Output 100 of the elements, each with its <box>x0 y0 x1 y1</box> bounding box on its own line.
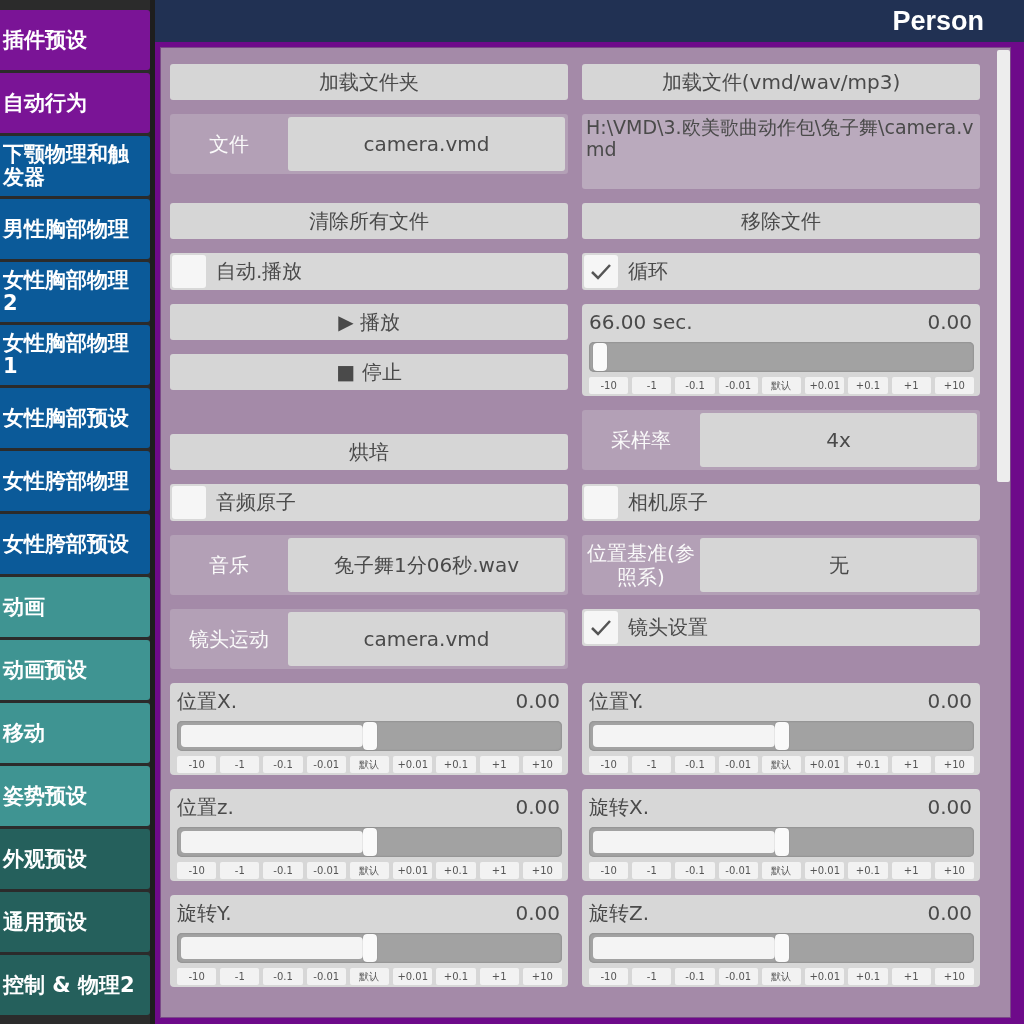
step-button[interactable]: -0.1 <box>675 968 715 985</box>
step-button[interactable]: -1 <box>632 377 672 394</box>
button[interactable]: 移除文件 <box>582 203 980 239</box>
step-button[interactable]: -0.01 <box>718 756 758 773</box>
slider-handle[interactable] <box>362 934 377 962</box>
step-button[interactable]: +0.01 <box>393 862 433 879</box>
step-button[interactable]: -0.1 <box>263 756 303 773</box>
step-button[interactable]: +0.01 <box>393 968 433 985</box>
value-box[interactable]: 4x <box>700 413 977 467</box>
sidebar-item[interactable]: 女性胯部物理 <box>0 451 150 511</box>
checkbox-row[interactable]: 相机原子 <box>582 484 980 521</box>
step-button[interactable]: +0.01 <box>805 756 845 773</box>
step-button[interactable]: -10 <box>177 968 217 985</box>
slider-handle[interactable] <box>774 934 789 962</box>
step-button[interactable]: -0.1 <box>263 968 303 985</box>
value-box[interactable]: 兔子舞1分06秒.wav <box>288 538 565 592</box>
step-button[interactable]: +1 <box>891 756 931 773</box>
step-button[interactable]: +10 <box>934 968 974 985</box>
step-button[interactable]: -10 <box>177 756 217 773</box>
sidebar-item[interactable]: 自动行为 <box>0 73 150 133</box>
step-button[interactable]: 默认 <box>761 377 802 394</box>
slider-track[interactable] <box>177 827 562 857</box>
value-box[interactable]: camera.vmd <box>288 117 565 171</box>
checkbox[interactable] <box>172 486 206 519</box>
sidebar-item[interactable]: 插件预设 <box>0 10 150 70</box>
step-button[interactable]: -0.01 <box>718 968 758 985</box>
step-button[interactable]: 默认 <box>761 968 802 985</box>
checkbox-row[interactable]: 镜头设置 <box>582 609 980 646</box>
slider-track[interactable] <box>589 827 974 857</box>
checkbox-row[interactable]: 自动.播放 <box>170 253 568 290</box>
step-button[interactable]: -1 <box>632 756 672 773</box>
slider-handle[interactable] <box>593 343 607 371</box>
slider-handle[interactable] <box>774 722 789 750</box>
slider-handle[interactable] <box>362 722 377 750</box>
sidebar-item[interactable]: 女性胸部预设 <box>0 388 150 448</box>
checkbox[interactable] <box>584 255 618 288</box>
checkbox[interactable] <box>172 255 206 288</box>
step-button[interactable]: +1 <box>891 968 931 985</box>
sidebar-item[interactable]: 动画预设 <box>0 640 150 700</box>
button[interactable]: 加载文件夹 <box>170 64 568 100</box>
step-button[interactable]: -1 <box>220 862 260 879</box>
step-button[interactable]: +1 <box>479 862 519 879</box>
step-button[interactable]: -0.1 <box>675 756 715 773</box>
step-button[interactable]: -10 <box>589 756 629 773</box>
step-button[interactable]: +10 <box>522 968 562 985</box>
checkbox[interactable] <box>584 486 618 519</box>
step-button[interactable]: -0.1 <box>675 377 715 394</box>
step-button[interactable]: +1 <box>479 756 519 773</box>
step-button[interactable]: -10 <box>177 862 217 879</box>
button[interactable]: ▶ 播放 <box>170 304 568 340</box>
step-button[interactable]: +0.01 <box>805 377 845 394</box>
step-button[interactable]: +1 <box>891 377 931 394</box>
step-button[interactable]: 默认 <box>761 756 802 773</box>
checkbox[interactable] <box>584 611 618 644</box>
sidebar-item[interactable]: 女性胯部预设 <box>0 514 150 574</box>
step-button[interactable]: -0.01 <box>306 862 346 879</box>
step-button[interactable]: -1 <box>220 968 260 985</box>
step-button[interactable]: 默认 <box>349 968 390 985</box>
sidebar-item[interactable]: 下颚物理和触发器 <box>0 136 150 196</box>
step-button[interactable]: -0.01 <box>718 862 758 879</box>
button[interactable]: ■ 停止 <box>170 354 568 390</box>
checkbox-row[interactable]: 循环 <box>582 253 980 290</box>
sidebar-item[interactable]: 动画 <box>0 577 150 637</box>
slider-handle[interactable] <box>774 828 789 856</box>
button[interactable]: 清除所有文件 <box>170 203 568 239</box>
step-button[interactable]: -0.01 <box>306 968 346 985</box>
step-button[interactable]: -10 <box>589 377 629 394</box>
slider-track[interactable] <box>589 342 974 372</box>
button[interactable]: 加载文件(vmd/wav/mp3) <box>582 64 980 100</box>
slider-track[interactable] <box>589 933 974 963</box>
scrollbar-thumb[interactable] <box>997 50 1010 482</box>
step-button[interactable]: +1 <box>479 968 519 985</box>
sidebar-item[interactable]: 女性胸部物理1 <box>0 325 150 385</box>
sidebar-item[interactable]: 女性胸部物理2 <box>0 262 150 322</box>
step-button[interactable]: +1 <box>891 862 931 879</box>
value-box[interactable]: camera.vmd <box>288 612 565 666</box>
step-button[interactable]: 默认 <box>349 862 390 879</box>
step-button[interactable]: +10 <box>934 756 974 773</box>
step-button[interactable]: +10 <box>522 756 562 773</box>
step-button[interactable]: -1 <box>632 862 672 879</box>
step-button[interactable]: +10 <box>522 862 562 879</box>
slider-track[interactable] <box>177 721 562 751</box>
step-button[interactable]: -10 <box>589 862 629 879</box>
step-button[interactable]: +0.1 <box>848 862 888 879</box>
step-button[interactable]: +0.1 <box>848 756 888 773</box>
step-button[interactable]: +0.01 <box>805 968 845 985</box>
step-button[interactable]: -10 <box>589 968 629 985</box>
step-button[interactable]: +0.01 <box>805 862 845 879</box>
slider-track[interactable] <box>177 933 562 963</box>
sidebar-item[interactable]: 外观预设 <box>0 829 150 889</box>
step-button[interactable]: +0.1 <box>436 756 476 773</box>
step-button[interactable]: +0.01 <box>393 756 433 773</box>
step-button[interactable]: +10 <box>934 862 974 879</box>
slider-track[interactable] <box>589 721 974 751</box>
value-box[interactable]: 无 <box>700 538 977 592</box>
step-button[interactable]: +10 <box>934 377 974 394</box>
sidebar-item[interactable]: 控制 & 物理2 <box>0 955 150 1015</box>
step-button[interactable]: -0.1 <box>675 862 715 879</box>
step-button[interactable]: -1 <box>220 756 260 773</box>
sidebar-item[interactable]: 姿势预设 <box>0 766 150 826</box>
